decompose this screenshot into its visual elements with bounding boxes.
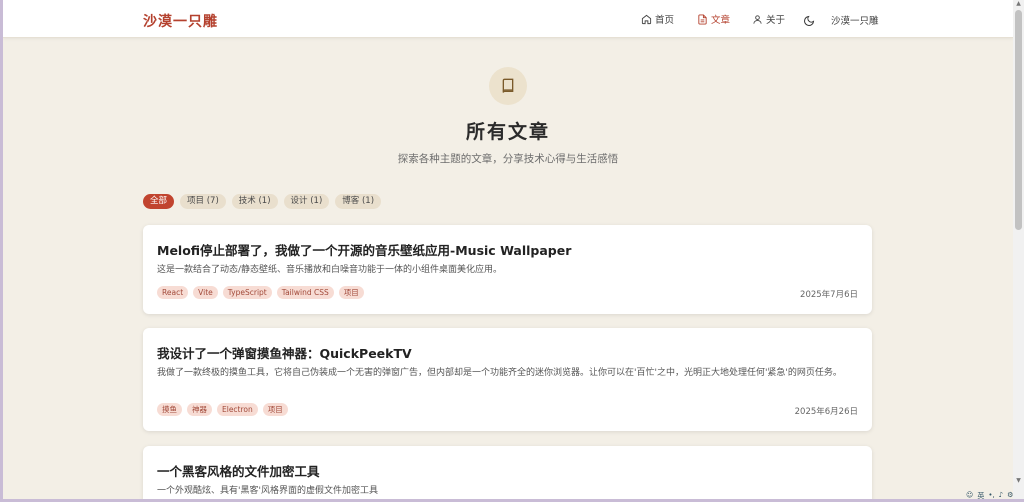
page-viewport: 沙漠一只雕 首页 文章 关于 沙漠一只雕 所有文章 探索各种主题的文章，分享技术… <box>3 0 1013 499</box>
tag[interactable]: 摸鱼 <box>157 403 182 416</box>
category-filter-bar: 全部 项目 (7) 技术 (1) 设计 (1) 博客 (1) <box>143 194 382 209</box>
tag[interactable]: 项目 <box>338 286 364 299</box>
page-subtitle: 探索各种主题的文章，分享技术心得与生活感悟 <box>397 153 619 165</box>
article-title[interactable]: 一个黑客风格的文件加密工具 <box>157 461 320 480</box>
nav-articles[interactable]: 文章 <box>697 11 730 27</box>
scroll-down-arrow-icon[interactable]: ▼ <box>1015 478 1022 484</box>
nav-home[interactable]: 首页 <box>641 11 674 27</box>
scrollbar-thumb[interactable] <box>1015 10 1022 230</box>
top-navbar: 沙漠一只雕 首页 文章 关于 沙漠一只雕 <box>3 0 1013 38</box>
moon-icon <box>804 15 815 26</box>
article-date: 2025年6月26日 <box>794 407 858 417</box>
nav-about-label: 关于 <box>766 15 786 26</box>
tag[interactable]: React <box>157 286 189 299</box>
article-card[interactable]: Melofi停止部署了，我做了一个开源的音乐壁纸应用-Music Wallpap… <box>143 225 872 314</box>
article-title[interactable]: Melofi停止部署了，我做了一个开源的音乐壁纸应用-Music Wallpap… <box>157 240 571 259</box>
tag[interactable]: Vite <box>193 286 218 299</box>
hero-badge <box>489 67 527 105</box>
vertical-scrollbar[interactable]: ▲ ▼ <box>1013 0 1024 499</box>
filter-projects[interactable]: 项目 (7) <box>180 194 226 209</box>
punctuation-icon[interactable]: •, <box>988 491 994 501</box>
system-tray: ☺ 英 •, ♪ ⚙ <box>966 491 1013 501</box>
page-title: 所有文章 <box>465 121 550 143</box>
tag[interactable]: Tailwind CSS <box>276 286 334 299</box>
book-icon <box>502 78 514 93</box>
tag[interactable]: 项目 <box>262 403 288 416</box>
filter-blog[interactable]: 博客 (1) <box>335 194 382 209</box>
article-card[interactable]: 我设计了一个弹窗摸鱼神器：QuickPeekTV 我做了一款终极的摸鱼工具，它将… <box>143 328 872 431</box>
document-icon <box>698 13 707 25</box>
filter-design[interactable]: 设计 (1) <box>283 194 330 209</box>
theme-toggle-button[interactable] <box>803 12 815 31</box>
nav-about[interactable]: 关于 <box>752 11 785 27</box>
user-name-link[interactable]: 沙漠一只雕 <box>831 13 879 27</box>
article-date: 2025年7月6日 <box>800 290 858 300</box>
tag[interactable]: 神器 <box>187 403 212 416</box>
article-title[interactable]: 我设计了一个弹窗摸鱼神器：QuickPeekTV <box>157 343 412 362</box>
nav-articles-label: 文章 <box>711 15 731 26</box>
chat-icon[interactable]: ☺ <box>966 491 973 501</box>
scroll-up-arrow-icon[interactable]: ▲ <box>1015 1 1022 7</box>
settings-icon[interactable]: ⚙ <box>1007 491 1013 501</box>
user-icon <box>753 14 762 24</box>
language-icon[interactable]: 英 <box>977 491 984 501</box>
microphone-icon[interactable]: ♪ <box>999 491 1003 501</box>
home-icon <box>641 14 652 24</box>
tag[interactable]: TypeScript <box>222 286 272 299</box>
article-description: 一个外观酷炫、具有'黑客'风格界面的虚假文件加密工具 <box>157 486 378 496</box>
article-card[interactable]: 一个黑客风格的文件加密工具 一个外观酷炫、具有'黑客'风格界面的虚假文件加密工具 <box>143 446 872 499</box>
tag[interactable]: Electron <box>217 403 258 416</box>
article-description: 这是一款结合了动态/静态壁纸、音乐播放和白噪音功能于一体的小组件桌面美化应用。 <box>157 265 503 275</box>
site-logo[interactable]: 沙漠一只雕 <box>143 11 218 31</box>
article-tags: 摸鱼 神器 Electron 项目 <box>157 403 288 416</box>
filter-tech[interactable]: 技术 (1) <box>231 194 278 209</box>
article-tags: React Vite TypeScript Tailwind CSS 项目 <box>157 286 364 299</box>
nav-home-label: 首页 <box>655 15 675 26</box>
filter-all[interactable]: 全部 <box>143 194 175 209</box>
article-description: 我做了一款终极的摸鱼工具，它将自己伪装成一个无害的弹窗广告，但内部却是一个功能齐… <box>157 368 842 378</box>
